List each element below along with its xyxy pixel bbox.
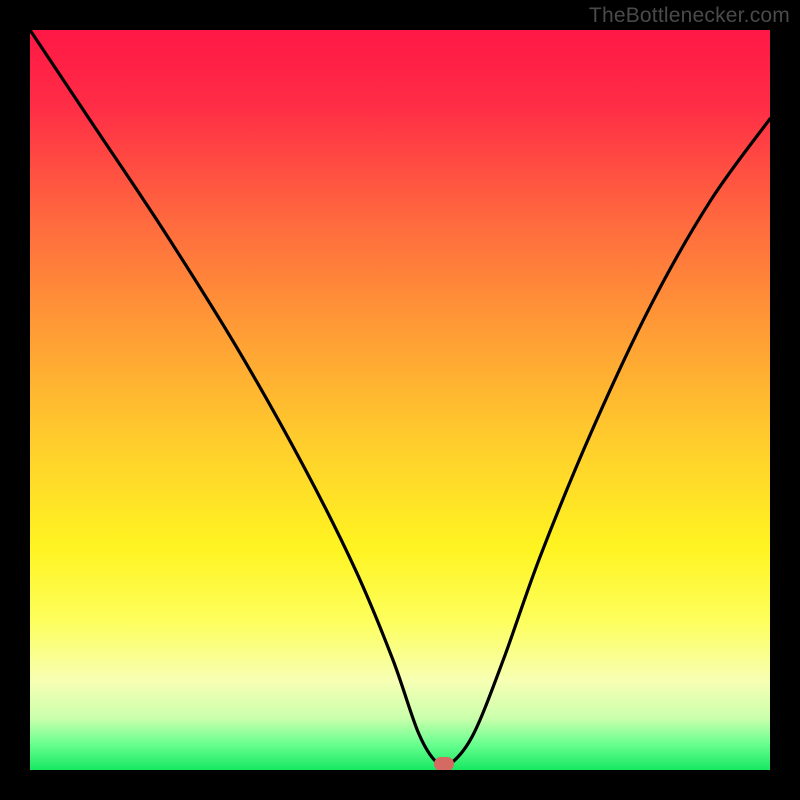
watermark-text: TheBottlenecker.com bbox=[589, 4, 790, 28]
plot-area bbox=[30, 30, 770, 770]
bottleneck-curve bbox=[30, 30, 770, 770]
optimum-marker bbox=[434, 757, 454, 770]
chart-frame: TheBottlenecker.com bbox=[0, 0, 800, 800]
